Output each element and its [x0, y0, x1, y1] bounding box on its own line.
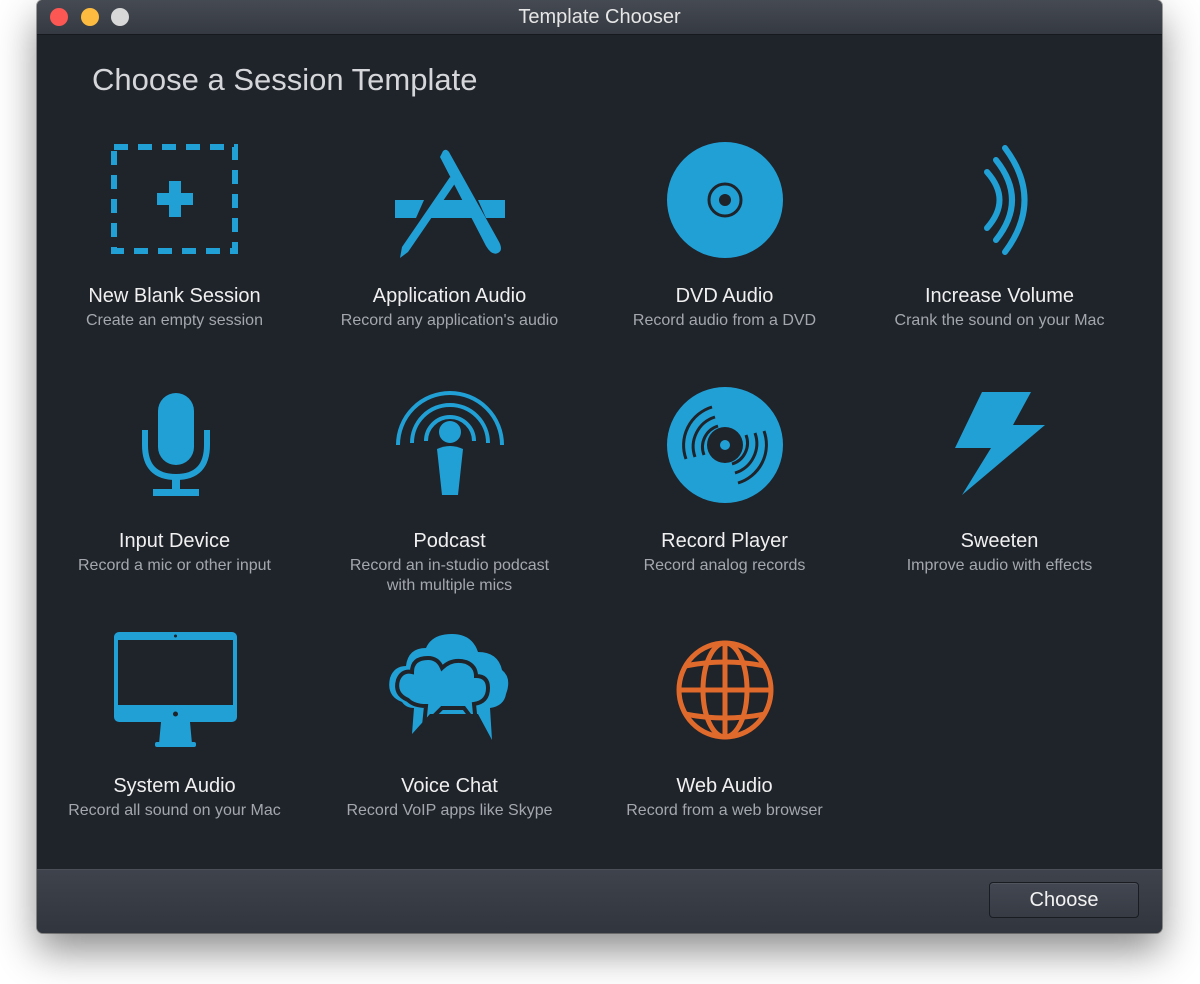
- template-voice-chat[interactable]: Voice Chat Record VoIP apps like Skype: [312, 630, 587, 821]
- template-name: System Audio: [113, 775, 236, 797]
- template-name: Voice Chat: [401, 775, 498, 797]
- template-description: Record VoIP apps like Skype: [346, 802, 553, 819]
- template-name: Sweeten: [960, 530, 1039, 552]
- chat-clouds-icon: [380, 630, 520, 760]
- template-description: Record from a web browser: [626, 802, 823, 819]
- footer-bar: Choose: [37, 869, 1162, 933]
- page-title: Choose a Session Template: [92, 62, 478, 97]
- template-description: Record audio from a DVD: [632, 312, 817, 329]
- template-name: Increase Volume: [925, 285, 1074, 307]
- template-application-audio[interactable]: Application Audio Record any application…: [312, 140, 587, 331]
- template-web-audio[interactable]: Web Audio Record from a web browser: [587, 630, 862, 821]
- template-name: Input Device: [118, 530, 231, 552]
- template-system-audio[interactable]: System Audio Record all sound on your Ma…: [37, 630, 312, 821]
- template-increase-volume[interactable]: Increase Volume Crank the sound on your …: [862, 140, 1137, 331]
- template-description: Improve audio with effects: [906, 557, 1093, 574]
- template-record-player[interactable]: Record Player Record analog records: [587, 385, 862, 576]
- microphone-icon: [105, 385, 245, 515]
- template-name: Application Audio: [372, 285, 527, 307]
- lightning-bolt-icon: [930, 385, 1070, 515]
- template-dvd-audio[interactable]: DVD Audio Record audio from a DVD: [587, 140, 862, 331]
- dashed-plus-icon: [105, 140, 245, 270]
- template-new-blank-session[interactable]: New Blank Session Create an empty sessio…: [37, 140, 312, 331]
- template-description: Record a mic or other input: [78, 557, 271, 574]
- dvd-icon: [655, 140, 795, 270]
- template-description: Record all sound on your Mac: [68, 802, 281, 819]
- template-name: Record Player: [661, 530, 788, 552]
- template-podcast[interactable]: Podcast Record an in-studio podcast with…: [312, 385, 587, 596]
- template-description: Crank the sound on your Mac: [894, 312, 1105, 329]
- window-title: Template Chooser: [518, 6, 681, 28]
- sound-waves-icon: [930, 140, 1070, 270]
- template-description: Record analog records: [643, 557, 806, 574]
- template-input-device[interactable]: Input Device Record a mic or other input: [37, 385, 312, 576]
- choose-button[interactable]: Choose: [989, 882, 1139, 918]
- podcast-icon: [380, 385, 520, 515]
- globe-icon: [655, 630, 795, 760]
- template-description: Create an empty session: [86, 312, 263, 329]
- template-name: DVD Audio: [675, 285, 774, 307]
- app-store-icon: [380, 140, 520, 270]
- template-chooser-window: Template Chooser Choose a Session Templa…: [37, 0, 1162, 933]
- template-name: Web Audio: [676, 775, 773, 797]
- template-sweeten[interactable]: Sweeten Improve audio with effects: [862, 385, 1137, 576]
- imac-icon: [105, 630, 245, 760]
- template-name: New Blank Session: [88, 285, 261, 307]
- template-description: Record any application's audio: [340, 312, 559, 329]
- vinyl-record-icon: [655, 385, 795, 515]
- title-bar[interactable]: Template Chooser: [37, 0, 1162, 35]
- template-description: Record an in-studio podcast with multipl…: [349, 557, 550, 594]
- template-name: Podcast: [413, 530, 486, 552]
